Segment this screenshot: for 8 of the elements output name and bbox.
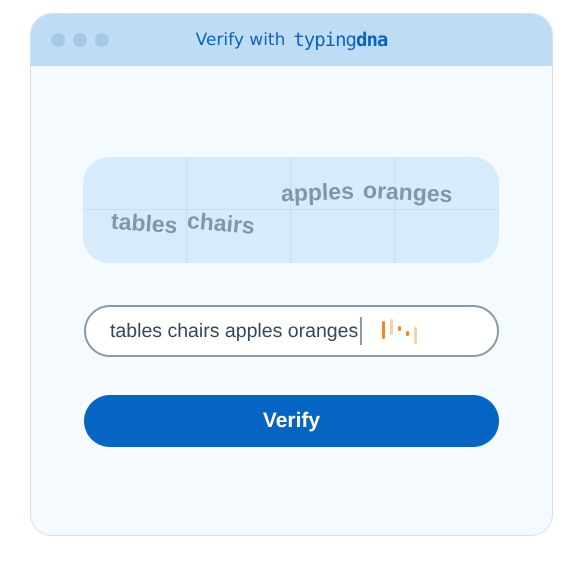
window-title: Verify with xyxy=(196,30,286,50)
captcha-word: apples xyxy=(280,178,354,208)
captcha-word: tables xyxy=(110,208,178,240)
input-field[interactable]: tables chairs apples oranges xyxy=(84,305,499,357)
captcha-word: chairs xyxy=(186,207,256,240)
logo: typingdna xyxy=(293,29,388,51)
verify-button[interactable]: Verify xyxy=(84,395,499,447)
captcha-word: oranges xyxy=(362,176,454,208)
